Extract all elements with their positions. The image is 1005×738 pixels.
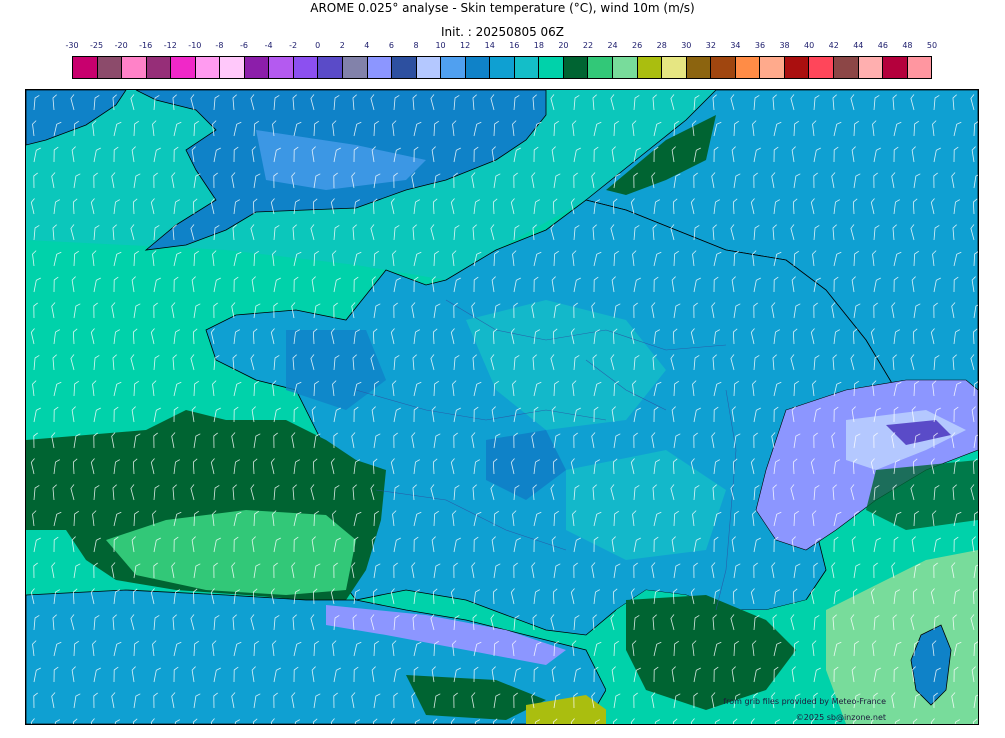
colorbar-swatch [686, 57, 712, 78]
colorbar-swatch [416, 57, 442, 78]
colorbar-tick-label: 24 [607, 41, 618, 50]
colorbar-tick-label: 28 [656, 41, 667, 50]
colorbar-swatch [73, 57, 98, 78]
colorbar-tick-label: -10 [188, 41, 202, 50]
colorbar-tick-label: -12 [163, 41, 177, 50]
colorbar-swatch [588, 57, 614, 78]
colorbar-tick-label: -20 [114, 41, 128, 50]
colorbar-tick-label: 8 [413, 41, 419, 50]
colorbar-swatch [514, 57, 540, 78]
colorbar-swatch [220, 57, 245, 78]
colorbar-tick-label: 42 [828, 41, 839, 50]
colorbar-swatch [392, 57, 417, 78]
colorbar-swatch [858, 57, 884, 78]
colorbar-swatch [171, 57, 196, 78]
colorbar-swatch [490, 57, 515, 78]
colorbar-tick-label: 36 [754, 41, 766, 50]
colorbar-tick-label: -30 [65, 41, 79, 50]
copyright: ©2025 sb@inzone.net [795, 713, 886, 722]
colorbar-swatch [318, 57, 344, 78]
colorbar-tick-label: 26 [632, 41, 643, 50]
colorbar-swatch [637, 57, 663, 78]
colorbar-swatch [195, 57, 221, 78]
colorbar-tick-label: 50 [926, 41, 938, 50]
colorbar-swatch [613, 57, 638, 78]
colorbar-tick-label: 6 [388, 41, 394, 50]
colorbar-swatch [269, 57, 294, 78]
colorbar-swatch [907, 57, 932, 78]
colorbar-tick-label: 30 [681, 41, 692, 50]
colorbar-swatch [760, 57, 785, 78]
map-svg [26, 90, 978, 724]
colorbar-tick-label: -2 [289, 41, 298, 50]
chart-title: AROME 0.025° analyse - Skin temperature … [310, 1, 695, 15]
colorbar-tick-label: -4 [264, 41, 273, 50]
colorbar-tick-label: 0 [315, 41, 321, 50]
colorbar [72, 56, 932, 79]
colorbar-swatch [711, 57, 736, 78]
colorbar-tick-label: 20 [558, 41, 569, 50]
colorbar-tick-label: -8 [215, 41, 224, 50]
colorbar-tick-label: 14 [484, 41, 495, 50]
colorbar-swatch [122, 57, 147, 78]
colorbar-swatch [539, 57, 564, 78]
colorbar-tick-label: -16 [139, 41, 153, 50]
colorbar-tick-label: 38 [779, 41, 790, 50]
colorbar-tick-label: -25 [90, 41, 104, 50]
colorbar-tick-label: 16 [509, 41, 520, 50]
colorbar-swatch [833, 57, 859, 78]
colorbar-tick-label: 44 [853, 41, 864, 50]
colorbar-ticks: -30 -25 -20 -16 -12 -10 -8 -6 -4 -2 0 2 4 6 8 10 12 14 16 1… [65, 41, 937, 53]
source-credit: from grib files provided by Meteo-France [723, 697, 886, 706]
colorbar-tick-label: 18 [533, 41, 544, 50]
forecast-map [25, 89, 979, 725]
colorbar-tick-label: -6 [240, 41, 248, 50]
colorbar-swatch [784, 57, 810, 78]
colorbar-swatch [146, 57, 172, 78]
colorbar-tick-label: 12 [460, 41, 471, 50]
colorbar-swatch [883, 57, 908, 78]
colorbar-swatch [735, 57, 761, 78]
colorbar-tick-label: 4 [364, 41, 370, 50]
init-time: Init. : 20250805 06Z [440, 25, 565, 39]
colorbar-swatch [662, 57, 687, 78]
colorbar-tick-label: 46 [877, 41, 888, 50]
colorbar-swatch [97, 57, 123, 78]
colorbar-tick-label: 10 [435, 41, 446, 50]
colorbar-tick-label: 2 [339, 41, 345, 50]
colorbar-swatch [343, 57, 368, 78]
colorbar-tick-label: 22 [582, 41, 594, 50]
colorbar-tick-label: 32 [705, 41, 716, 50]
colorbar-swatch [367, 57, 393, 78]
colorbar-tick-label: 48 [902, 41, 913, 50]
colorbar-swatch [293, 57, 319, 78]
colorbar-swatch [809, 57, 834, 78]
colorbar-tick-label: 34 [730, 41, 741, 50]
colorbar-swatch [244, 57, 270, 78]
colorbar-swatch [563, 57, 589, 78]
colorbar-swatch [465, 57, 491, 78]
colorbar-tick-label: 40 [804, 41, 815, 50]
colorbar-swatch [441, 57, 466, 78]
